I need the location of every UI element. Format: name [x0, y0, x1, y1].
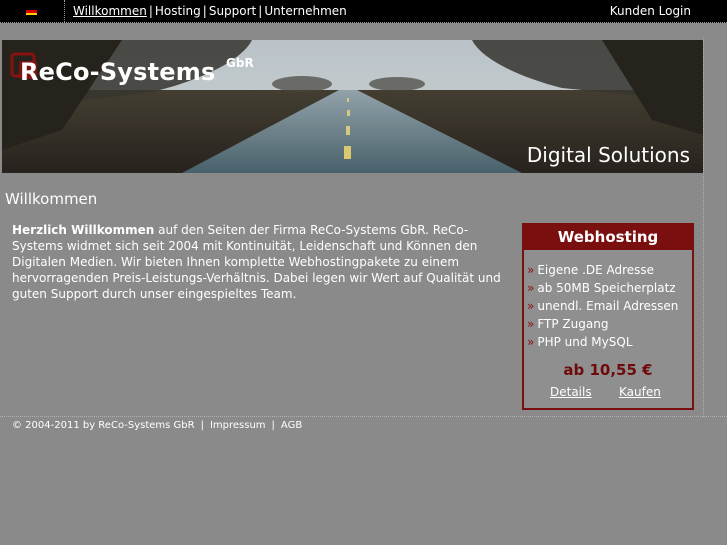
- german-flag-icon[interactable]: [26, 8, 37, 15]
- webhosting-box-title: Webhosting: [524, 225, 692, 250]
- buy-link[interactable]: Kaufen: [619, 385, 661, 399]
- divider: [64, 0, 65, 22]
- feature-item: » PHP und MySQL: [527, 333, 678, 351]
- customer-login-link[interactable]: Kunden Login: [610, 4, 691, 18]
- feature-item: » Eigene .DE Adresse: [527, 261, 678, 279]
- brand-name: ReCo-Systems: [20, 58, 216, 86]
- feature-label: FTP Zugang: [537, 317, 609, 331]
- agb-link[interactable]: AGB: [281, 420, 302, 431]
- nav-separator: |: [202, 4, 207, 18]
- feature-label: Eigene .DE Adresse: [537, 263, 655, 277]
- nav-separator: |: [258, 4, 263, 18]
- nav-support[interactable]: Support: [209, 4, 256, 18]
- webhosting-offer-box: Webhosting » Eigene .DE Adresse » ab 50MB …: [522, 223, 694, 410]
- feature-item: » ab 50MB Speicherplatz: [527, 279, 678, 297]
- bullet-icon: »: [527, 263, 535, 277]
- details-link[interactable]: Details: [550, 385, 592, 399]
- feature-label: PHP und MySQL: [537, 335, 633, 349]
- main-nav: Willkommen | Hosting | Support | Unternehmen: [73, 4, 347, 18]
- intro-text: Herzlich Willkommen auf den Seiten der F…: [12, 222, 502, 302]
- feature-item: » unendl. Email Adressen: [527, 297, 678, 315]
- feature-item: » FTP Zugang: [527, 315, 678, 333]
- footer: © 2004-2011 by ReCo-Systems GbR | Impressu…: [12, 420, 302, 431]
- nav-unternehmen[interactable]: Unternehmen: [264, 4, 346, 18]
- nav-separator: |: [148, 4, 153, 18]
- bullet-icon: »: [527, 335, 535, 349]
- content-frame-bottom-border: [0, 416, 727, 417]
- bullet-icon: »: [527, 317, 535, 331]
- intro-greeting: Herzlich Willkommen: [12, 223, 155, 237]
- top-navigation-bar: Willkommen | Hosting | Support | Unternehmen K…: [0, 0, 727, 23]
- footer-separator: |: [271, 420, 275, 431]
- price-label: ab 10,55 €: [563, 361, 653, 379]
- nav-hosting[interactable]: Hosting: [155, 4, 201, 18]
- footer-separator: |: [200, 420, 204, 431]
- page-title: Willkommen: [5, 190, 98, 208]
- copyright-text: © 2004-2011 by ReCo-Systems GbR: [12, 420, 195, 431]
- nav-willkommen[interactable]: Willkommen: [73, 4, 147, 18]
- banner-tagline: Digital Solutions: [526, 143, 690, 167]
- feature-label: unendl. Email Adressen: [537, 299, 679, 313]
- bullet-icon: »: [527, 299, 535, 313]
- bullet-icon: »: [527, 281, 535, 295]
- brand-suffix: GbR: [226, 56, 254, 70]
- feature-list: » Eigene .DE Adresse » ab 50MB Speicherpla…: [527, 261, 678, 351]
- feature-label: ab 50MB Speicherplatz: [537, 281, 676, 295]
- impressum-link[interactable]: Impressum: [210, 420, 266, 431]
